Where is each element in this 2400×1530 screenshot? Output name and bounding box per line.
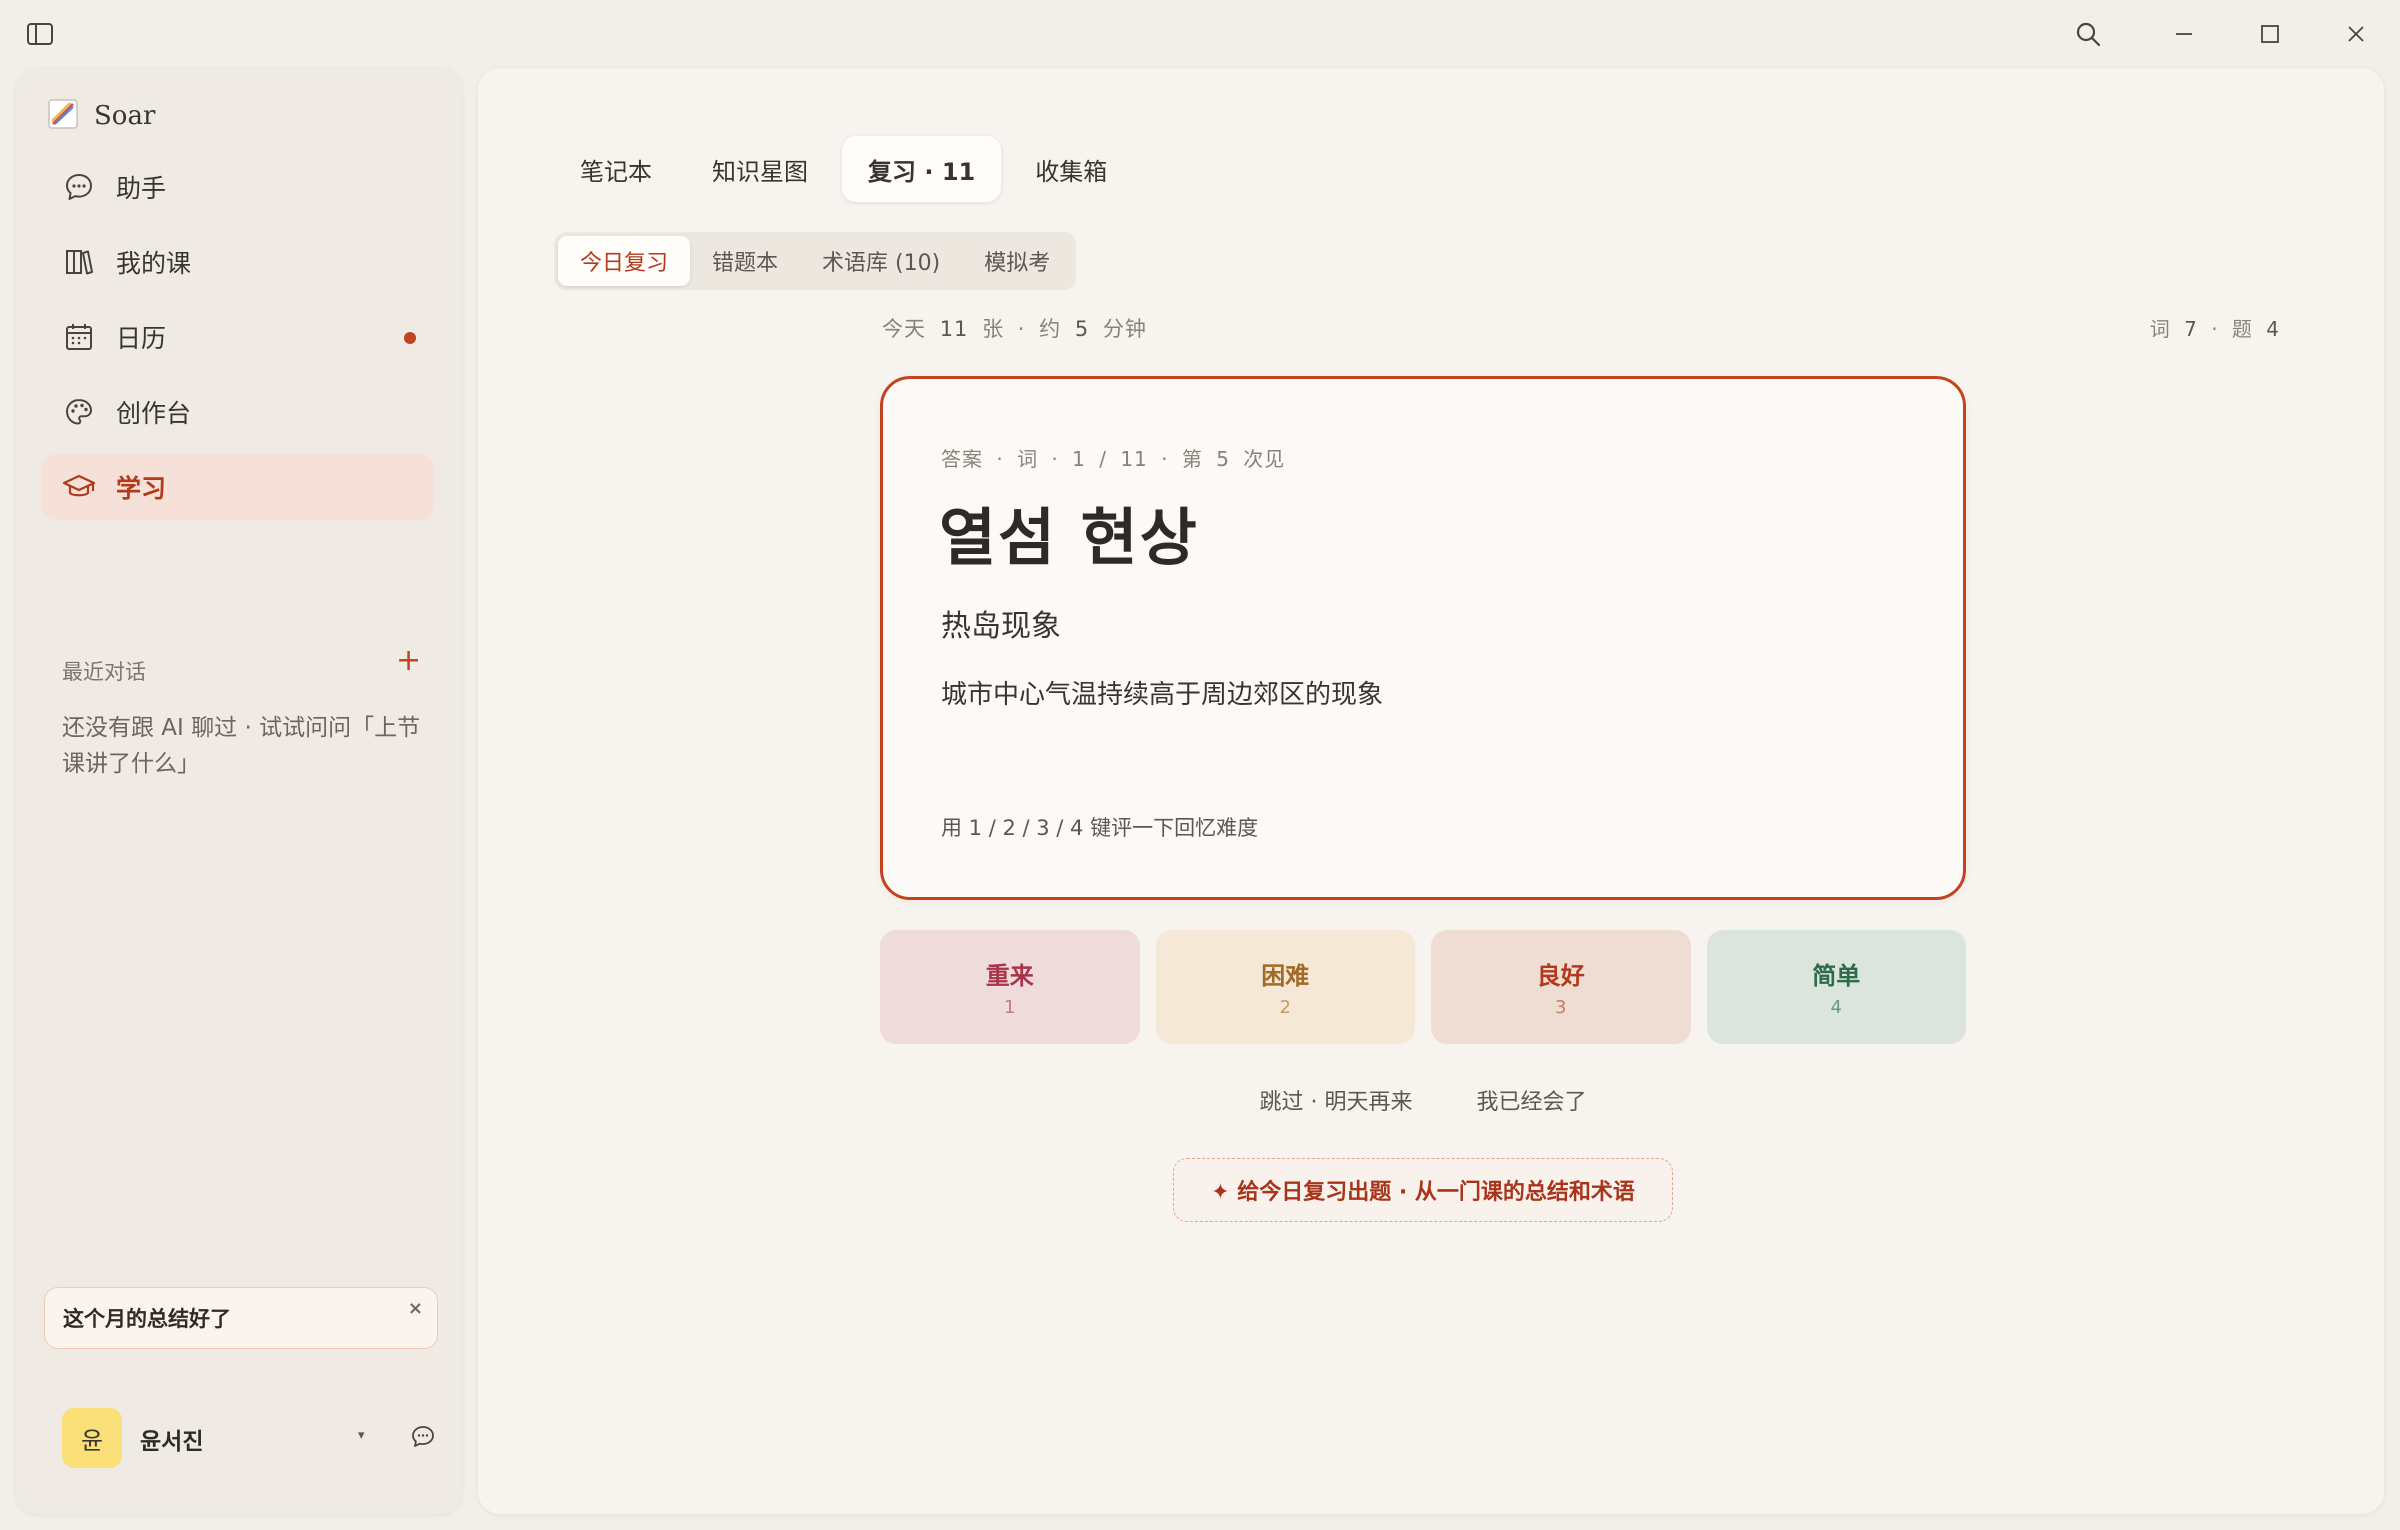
review-breakdown: 词 7 · 题 4 [2150,313,2280,342]
user-name: 윤서진 [140,1429,204,1455]
sidebar-item-calendar[interactable]: 日历 [42,304,434,370]
review-session-summary: 今天 11 张 · 约 5 分钟 [882,313,1147,343]
sidebar: Soar 助手 我的课 日历 创作台 学习 最近对话 + 还没有跟 AI 聊过 … [16,68,462,1514]
grade-buttons: 重来 1 困难 2 良好 3 简单 4 [880,930,1966,1044]
grade-hard-button[interactable]: 困难 2 [1155,930,1415,1044]
new-chat-button[interactable]: + [396,646,421,676]
flashcard-hint: 用 1 / 2 / 3 / 4 键评一下回忆难度 [941,816,1259,840]
flashcard-translation: 热岛现象 [941,609,1061,644]
summary-ready-toast[interactable]: 这个月的总结好了 × [44,1287,438,1349]
sidebar-item-label: 日历 [116,324,167,353]
minimize-icon[interactable] [2164,14,2204,54]
brand-name: Soar [94,101,156,131]
grade-key: 4 [1830,997,1842,1018]
sidebar-item-label: 助手 [116,174,167,203]
tab-inbox[interactable]: 收集箱 [1009,136,1133,202]
title-bar [0,0,2400,66]
sidebar-item-label: 我的课 [116,249,192,278]
toast-text: 这个月的总结好了 [63,1307,231,1331]
grade-easy-button[interactable]: 简单 4 [1706,930,1966,1044]
notification-dot [404,332,416,344]
breakdown-text: · 题 [2211,317,2253,341]
grade-key: 3 [1555,997,1567,1018]
user-menu-caret-icon[interactable]: ▾ [358,1428,365,1443]
palette-icon [62,395,96,429]
search-icon[interactable] [2068,14,2108,54]
grade-again-button[interactable]: 重来 1 [880,930,1140,1044]
subtab-mistakes[interactable]: 错题本 [690,236,800,286]
feedback-chat-icon[interactable] [410,1424,436,1454]
avatar: 윤 [62,1408,122,1468]
grade-label: 良好 [1536,962,1585,990]
summary-text: 今天 [882,317,926,341]
sidebar-toggle-icon[interactable] [20,14,60,54]
summary-text: 张 · 约 [982,317,1062,341]
close-icon[interactable] [2336,14,2376,54]
books-icon [62,245,96,279]
review-subtabs: 今日复习 错题本 术语库 (10) 模拟考 [554,232,1077,290]
flashcard-meta: 答案 · 词 · 1 / 11 · 第 5 次见 [941,447,1286,471]
grade-key: 2 [1279,997,1291,1018]
grade-label: 困难 [1261,962,1310,990]
breakdown-text: 词 [2149,317,2171,341]
toast-close-icon[interactable]: × [408,1298,423,1319]
estimated-minutes: 5 [1074,317,1090,341]
main-panel: 笔记本 知识星图 复习 · 11 收集箱 今日复习 错题本 术语库 (10) 模… [478,68,2384,1514]
grade-good-button[interactable]: 良好 3 [1431,930,1691,1044]
chat-bubble-icon [62,170,96,204]
flashcard[interactable]: 答案 · 词 · 1 / 11 · 第 5 次见 열섬 현상 热岛现象 城市中心… [880,376,1966,900]
tab-knowledge-map[interactable]: 知识星图 [686,136,834,202]
sidebar-item-label: 学习 [116,474,167,503]
already-known-link[interactable]: 我已经会了 [1476,1084,1586,1116]
grade-key: 1 [1004,997,1016,1018]
card-count: 11 [939,317,969,341]
sidebar-item-label: 创作台 [116,399,192,428]
calendar-icon [62,320,96,354]
maximize-icon[interactable] [2250,14,2290,54]
subtab-glossary[interactable]: 术语库 (10) [800,236,962,286]
sidebar-item-assistant[interactable]: 助手 [42,154,434,220]
question-count: 4 [2266,317,2280,341]
recent-chats-empty-state: 还没有跟 AI 聊过 · 试试问问「上节课讲了什么」 [62,715,421,777]
brand-logo-icon [46,97,80,135]
sidebar-item-studio[interactable]: 创作台 [42,379,434,445]
grade-label: 简单 [1812,962,1861,990]
word-count: 7 [2184,317,2198,341]
subtab-mock-exam[interactable]: 模拟考 [962,236,1072,286]
flashcard-term: 열섬 현상 [939,501,1199,574]
grade-label: 重来 [985,962,1034,990]
summary-text: 分钟 [1102,317,1147,341]
primary-tabs: 笔记本 知识星图 复习 · 11 收集箱 [554,136,1133,202]
skip-until-tomorrow-link[interactable]: 跳过 · 明天再来 [1260,1084,1413,1116]
skip-actions: 跳过 · 明天再来 我已经会了 [880,1084,1966,1116]
sidebar-nav: 助手 我的课 日历 创作台 学习 [42,154,434,529]
flashcard-definition: 城市中心气温持续高于周边郊区的现象 [941,680,1384,710]
sidebar-item-my-courses[interactable]: 我的课 [42,229,434,295]
recent-chats-heading: 最近对话 [62,660,146,684]
graduation-cap-icon [62,470,96,504]
sidebar-item-study[interactable]: 学习 [42,454,434,520]
user-profile[interactable]: 윤 윤서진 ▾ [62,1408,442,1468]
tab-review[interactable]: 复习 · 11 [842,136,1002,202]
brand[interactable]: Soar [46,94,155,138]
tab-notebook[interactable]: 笔记本 [554,136,678,202]
subtab-today-review[interactable]: 今日复习 [558,236,691,286]
generate-review-questions-button[interactable]: ✦ 给今日复习出题 · 从一门课的总结和术语 [1173,1158,1673,1222]
